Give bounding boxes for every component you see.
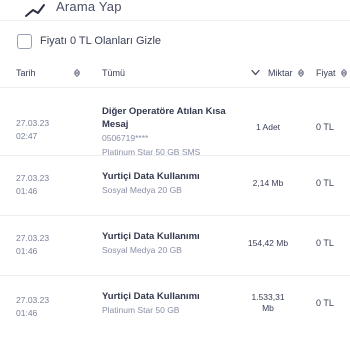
search-bar[interactable]: Arama Yap <box>0 0 350 20</box>
row-price: 0 TL <box>316 298 334 308</box>
row-title: Diğer Operatöre Atılan Kısa Mesaj <box>102 106 226 130</box>
date-sort-icon[interactable] <box>74 69 80 77</box>
row-price: 0 TL <box>316 122 334 132</box>
amount-column-label: Miktar <box>268 68 293 78</box>
table-row[interactable]: 27.03.23 02:47 Diğer Operatöre Atılan Kı… <box>0 89 350 159</box>
row-price: 0 TL <box>316 238 334 248</box>
row-time: 01:46 <box>16 245 38 256</box>
row-description: Yurtiçi Data Kullanımı Platinum Star 50 … <box>102 290 200 317</box>
table-row[interactable]: 27.03.23 01:46 Yurtiçi Data Kullanımı Pl… <box>0 276 350 350</box>
row-package: Platinum Star 50 GB <box>102 305 180 315</box>
row-datetime: 27.03.23 01:46 <box>16 232 49 257</box>
row-datetime: 27.03.23 02:47 <box>16 117 49 142</box>
hide-zero-price-filter[interactable]: Fiyatı 0 TL Olanları Gizle <box>17 32 161 50</box>
price-sort-icon[interactable] <box>340 69 347 77</box>
row-title: Yurtiçi Data Kullanımı <box>102 171 200 182</box>
table-row[interactable]: 27.03.23 01:46 Yurtiçi Data Kullanımı So… <box>0 156 350 216</box>
search-label: Arama Yap <box>56 0 122 14</box>
hide-zero-price-label: Fiyatı 0 TL Olanları Gizle <box>40 35 162 47</box>
row-package: Sosyal Medya 20 GB <box>102 245 182 255</box>
row-amount: 154,42 Mb <box>247 238 289 248</box>
row-description: Diğer Operatöre Atılan Kısa Mesaj 050671… <box>102 105 252 159</box>
row-phone: 0506719**** <box>102 133 149 143</box>
row-title: Yurtiçi Data Kullanımı <box>102 231 200 242</box>
date-column-header: Tarih <box>16 62 36 84</box>
chevron-down-icon[interactable] <box>251 69 260 76</box>
row-description: Yurtiçi Data Kullanımı Sosyal Medya 20 G… <box>102 230 200 257</box>
row-amount-value: 1.533,31 <box>251 292 285 302</box>
amount-column-header[interactable]: Miktar <box>268 62 304 84</box>
search-icon <box>25 4 45 17</box>
hide-zero-price-checkbox[interactable] <box>17 33 32 49</box>
row-datetime: 27.03.23 01:46 <box>16 294 49 319</box>
row-time: 01:46 <box>16 185 38 196</box>
row-time: 02:47 <box>16 130 38 141</box>
row-date: 27.03.23 <box>16 233 50 243</box>
row-price: 0 TL <box>316 178 334 188</box>
amount-sort-icon[interactable] <box>297 69 304 77</box>
row-datetime: 27.03.23 01:46 <box>16 172 49 197</box>
row-title: Yurtiçi Data Kullanımı <box>102 291 200 302</box>
table-row[interactable]: 27.03.23 01:46 Yurtiçi Data Kullanımı So… <box>0 216 350 276</box>
type-select[interactable]: Tümü <box>102 62 125 84</box>
row-date: 27.03.23 <box>16 295 50 305</box>
price-column-header[interactable]: Fiyat <box>316 62 347 84</box>
price-column-label: Fiyat <box>316 68 336 78</box>
divider <box>0 20 350 21</box>
row-amount-unit: Mb <box>262 303 274 313</box>
row-time: 01:46 <box>16 307 38 318</box>
row-date: 27.03.23 <box>16 173 50 183</box>
row-package: Sosyal Medya 20 GB <box>102 185 182 195</box>
row-amount: 1.533,31 Mb <box>243 292 293 314</box>
date-column-label: Tarih <box>16 68 36 78</box>
table-header: Tarih Tümü Miktar Fiyat <box>0 62 350 88</box>
type-select-value: Tümü <box>102 68 126 78</box>
row-amount: 1 Adet <box>255 122 281 132</box>
row-amount: 2,14 Mb <box>252 178 284 188</box>
row-description: Yurtiçi Data Kullanımı Sosyal Medya 20 G… <box>102 170 200 197</box>
row-date: 27.03.23 <box>16 118 50 128</box>
